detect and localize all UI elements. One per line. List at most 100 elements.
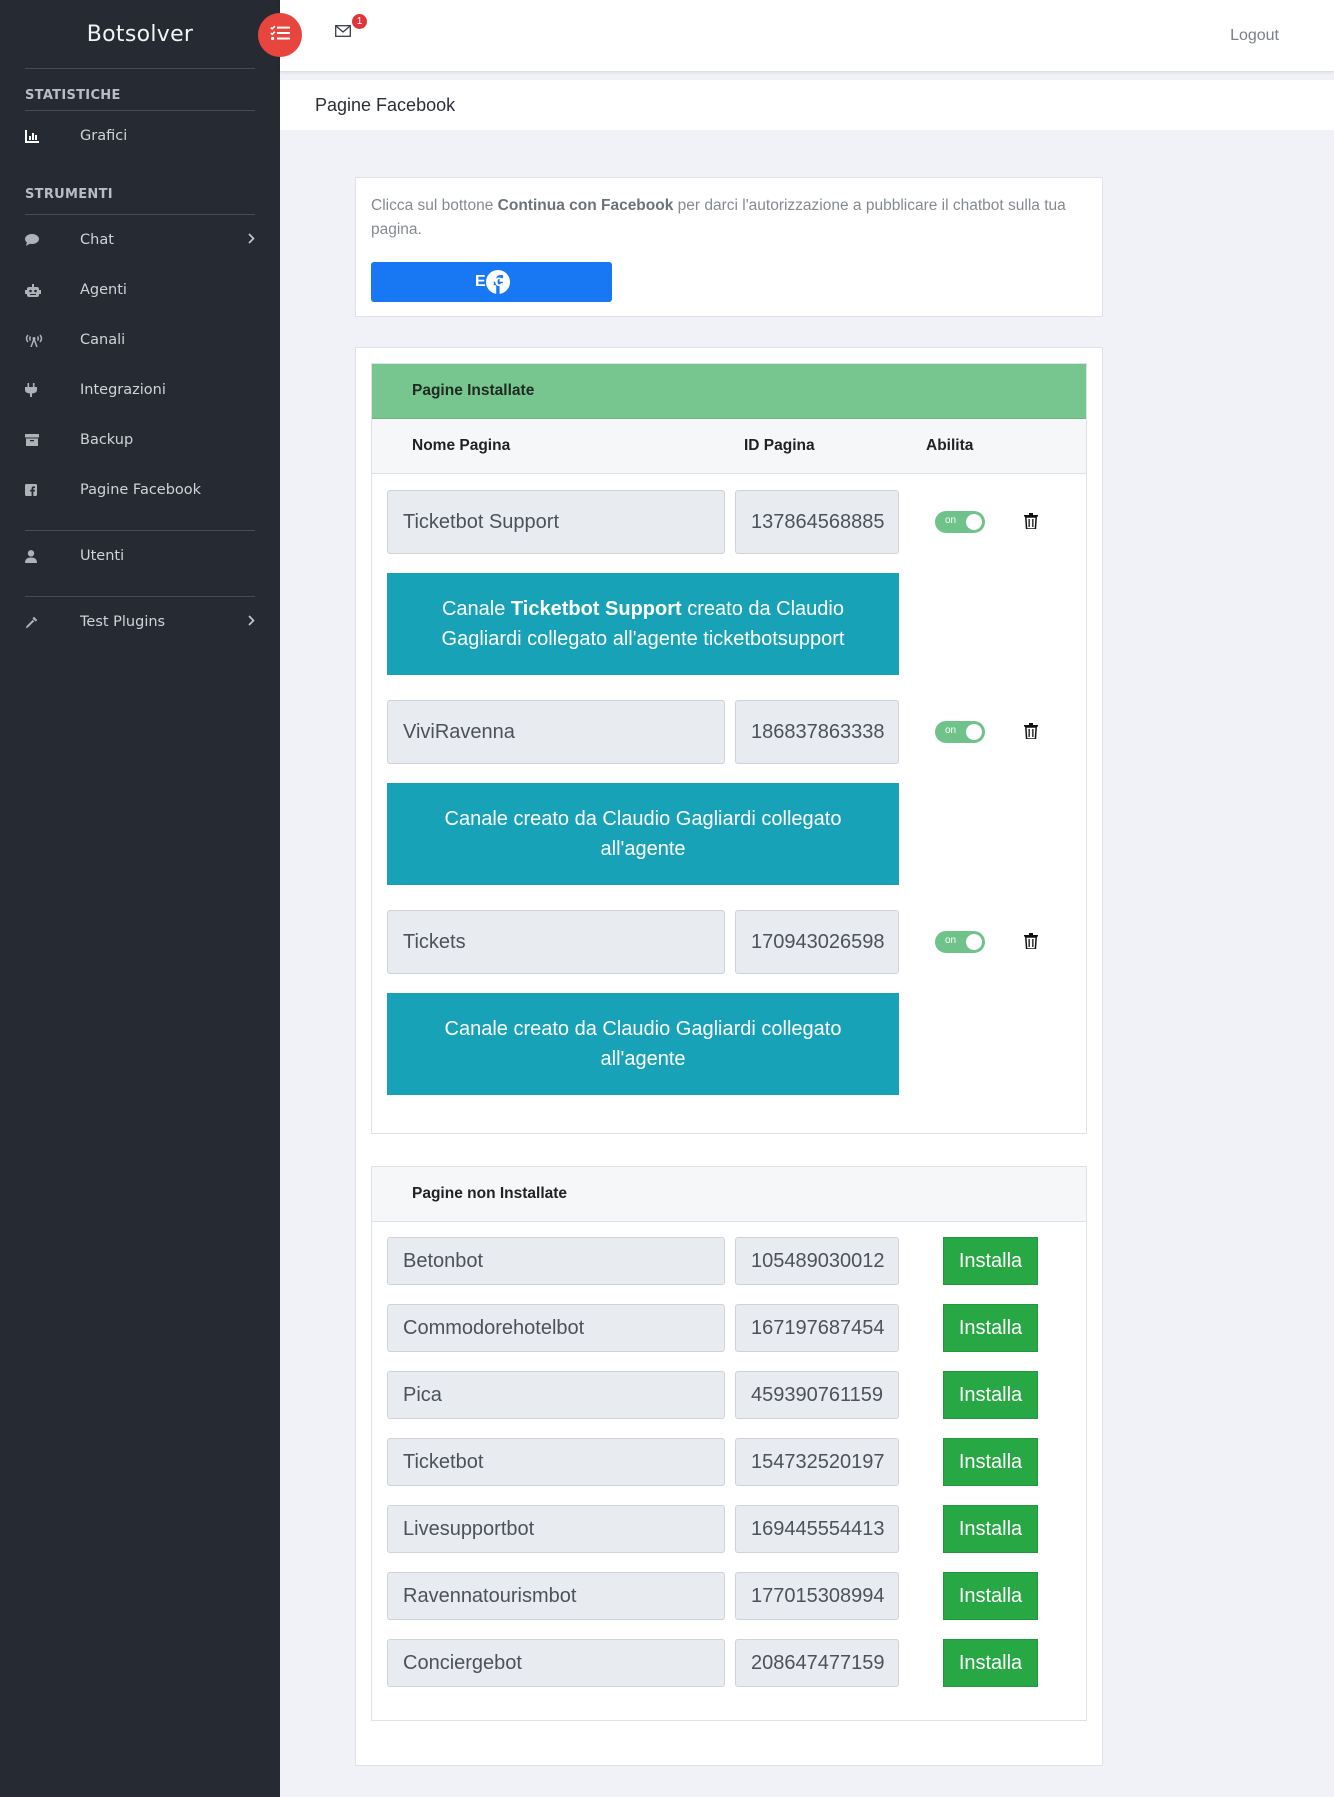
sidebar-item-chat[interactable]: Chat [0, 215, 280, 265]
banner-bold-text: Ticketbot Support [510, 598, 682, 620]
toggle-knob [966, 514, 982, 530]
chevron-right-icon [248, 232, 255, 248]
sidebar-item-integrazioni[interactable]: Integrazioni [0, 365, 280, 415]
envelope-icon[interactable] [335, 24, 351, 42]
page-id-field[interactable]: 208647477159 [735, 1639, 899, 1687]
page-name-field[interactable]: Tickets [387, 910, 725, 974]
banner-text: Canale [441, 598, 511, 620]
sidebar-item-label: Integrazioni [80, 382, 166, 398]
page-name-field[interactable]: Conciergebot [387, 1639, 725, 1687]
install-button[interactable]: Installa [943, 1639, 1038, 1687]
channel-info-banner: Canale Ticketbot Support creato da Claud… [387, 573, 899, 675]
trash-icon[interactable] [1024, 933, 1038, 954]
topbar: 1 Logout [258, 0, 1334, 72]
installed-pages-panel: Pagine Installate Nome Pagina ID Pagina … [371, 363, 1087, 1134]
sidebar-item-label: Test Plugins [80, 614, 166, 630]
sidebar-item-canali[interactable]: Canali [0, 315, 280, 365]
not-installed-pages-header: Pagine non Installate [372, 1167, 1086, 1222]
page-id-field[interactable]: 167197687454 [735, 1304, 899, 1352]
page-id-field[interactable]: 105489030012 [735, 1237, 899, 1285]
facebook-auth-card: Clicca sul bottone Continua con Facebook… [355, 177, 1103, 317]
column-header-enable: Abilita [926, 437, 974, 454]
page-name-field[interactable]: Livesupportbot [387, 1505, 725, 1553]
page-id-field[interactable]: 137864568885 [735, 490, 899, 554]
page-title: Pagine Facebook [280, 80, 1334, 130]
trash-icon[interactable] [1024, 723, 1038, 744]
install-button[interactable]: Installa [943, 1572, 1038, 1620]
page-id-field[interactable]: 177015308994 [735, 1572, 899, 1620]
install-button[interactable]: Installa [943, 1237, 1038, 1285]
instructions-bold-text: Continua con Facebook [497, 197, 674, 214]
brand-logo[interactable]: Botsolver [0, 0, 280, 68]
facebook-button-label: Esci [475, 273, 508, 290]
channel-info-banner: Canale creato da Claudio Gagliardi colle… [387, 783, 899, 885]
page-id-field[interactable]: 169445554413 [735, 1505, 899, 1553]
toggle-knob [966, 934, 982, 950]
enable-toggle[interactable]: on [935, 721, 985, 743]
toggle-label: on [945, 515, 957, 526]
banner-text: Canale creato da Claudio Gagliardi colle… [444, 1018, 842, 1070]
page-id-field[interactable]: 186837863338 [735, 700, 899, 764]
sidebar-section-strumenti: STRUMENTI [25, 187, 113, 202]
installed-pages-columns: Nome Pagina ID Pagina Abilita [372, 419, 1086, 474]
broadcast-tower-icon [25, 334, 80, 347]
sidebar-item-agenti[interactable]: Agenti [0, 265, 280, 315]
enable-toggle[interactable]: on [935, 931, 985, 953]
sidebar-item-label: Utenti [80, 548, 125, 564]
sidebar-item-label: Backup [80, 432, 134, 448]
install-button[interactable]: Installa [943, 1505, 1038, 1553]
comment-icon [25, 234, 80, 246]
sidebar-item-test-plugins[interactable]: Test Plugins [0, 597, 280, 647]
sidebar-item-backup[interactable]: Backup [0, 415, 280, 465]
archive-icon [25, 434, 80, 446]
pages-card: Pagine Installate Nome Pagina ID Pagina … [355, 347, 1103, 1766]
install-button[interactable]: Installa [943, 1304, 1038, 1352]
toggle-label: on [945, 725, 957, 736]
page-id-field[interactable]: 154732520197 [735, 1438, 899, 1486]
logout-link[interactable]: Logout [1230, 27, 1279, 45]
page-name-field[interactable]: Betonbot [387, 1237, 725, 1285]
chart-icon [25, 129, 80, 143]
sidebar-item-label: Pagine Facebook [80, 482, 202, 498]
plug-icon [25, 383, 80, 397]
banner-text: Canale creato da Claudio Gagliardi colle… [444, 808, 842, 860]
notification-badge: 1 [352, 14, 367, 29]
auth-instructions: Clicca sul bottone Continua con Facebook… [371, 194, 1086, 242]
page-name-field[interactable]: Commodorehotelbot [387, 1304, 725, 1352]
instructions-text: Clicca sul bottone [371, 197, 498, 214]
page-name-field[interactable]: Ticketbot Support [387, 490, 725, 554]
installed-pages-header: Pagine Installate [372, 364, 1086, 419]
sidebar-item-label: Canali [80, 332, 126, 348]
user-icon [25, 549, 80, 563]
eyedropper-icon [25, 616, 80, 629]
page-name-field[interactable]: Pica [387, 1371, 725, 1419]
sidebar-item-pagine-facebook[interactable]: Pagine Facebook [0, 465, 280, 515]
robot-icon [25, 283, 80, 297]
install-button[interactable]: Installa [943, 1371, 1038, 1419]
page-id-field[interactable]: 170943026598 [735, 910, 899, 974]
page-name-field[interactable]: ViviRavenna [387, 700, 725, 764]
sidebar-item-grafici[interactable]: Grafici [0, 111, 280, 161]
not-installed-pages-panel: Pagine non Installate Betonbot 105489030… [371, 1166, 1087, 1721]
install-button[interactable]: Installa [943, 1438, 1038, 1486]
column-header-id: ID Pagina [744, 437, 815, 454]
tasks-icon [270, 25, 290, 46]
sidebar-item-label: Chat [80, 232, 114, 248]
page-id-field[interactable]: 459390761159 [735, 1371, 899, 1419]
sidebar-item-label: Grafici [80, 128, 128, 144]
enable-toggle[interactable]: on [935, 511, 985, 533]
sidebar-item-utenti[interactable]: Utenti [0, 531, 280, 581]
toggle-label: on [945, 935, 957, 946]
sidebar-toggle-button[interactable] [258, 13, 302, 57]
sidebar: Botsolver STATISTICHE Grafici STRUMENTI … [0, 0, 280, 1797]
trash-icon[interactable] [1024, 513, 1038, 534]
toggle-knob [966, 724, 982, 740]
sidebar-item-label: Agenti [80, 282, 127, 298]
facebook-logout-button[interactable]: Esci [371, 262, 612, 302]
sidebar-section-statistiche: STATISTICHE [25, 88, 121, 103]
chevron-right-icon [248, 614, 255, 630]
channel-info-banner: Canale creato da Claudio Gagliardi colle… [387, 993, 899, 1095]
page-name-field[interactable]: Ravennatourismbot [387, 1572, 725, 1620]
page-name-field[interactable]: Ticketbot [387, 1438, 725, 1486]
facebook-square-icon [25, 484, 80, 496]
